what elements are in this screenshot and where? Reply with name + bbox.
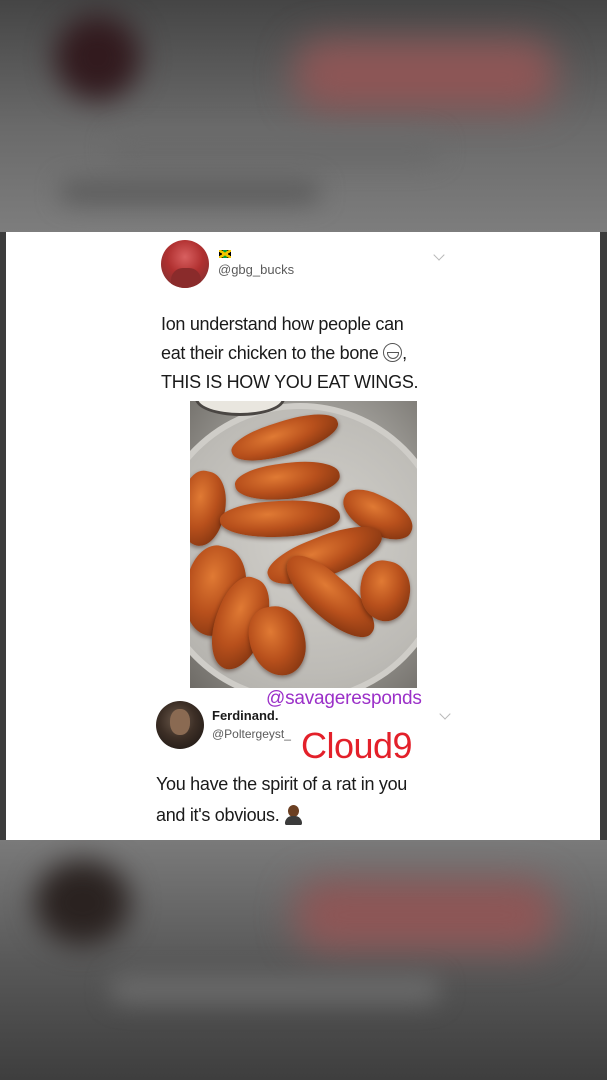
reply-name[interactable]: Ferdinand. bbox=[212, 708, 278, 723]
blurred-text-shape bbox=[60, 180, 320, 204]
chevron-down-icon[interactable] bbox=[439, 708, 451, 720]
avatar[interactable] bbox=[161, 240, 209, 288]
tweet-photo[interactable] bbox=[190, 401, 417, 688]
reply-line-text: and it's obvious. bbox=[156, 805, 280, 825]
blurred-text-shape bbox=[110, 135, 440, 163]
blurred-shape bbox=[295, 40, 555, 110]
blurred-avatar-shape bbox=[35, 860, 130, 945]
chevron-down-icon[interactable] bbox=[433, 249, 445, 261]
tweet-line: Ion understand how people can bbox=[161, 314, 404, 334]
tweet-line-text: eat their chicken to the bone bbox=[161, 343, 379, 363]
grinning-face-icon bbox=[383, 343, 403, 362]
blurred-text-shape bbox=[110, 975, 440, 1003]
screenshot-card: @gbg_bucks Ion understand how people can… bbox=[6, 232, 600, 840]
tweet-line: THIS IS HOW YOU EAT WINGS. bbox=[161, 372, 419, 392]
watermark-cloud9: Cloud9 bbox=[301, 725, 413, 766]
tweet-handle[interactable]: @gbg_bucks bbox=[218, 262, 294, 277]
person-emoji-icon bbox=[284, 805, 303, 825]
tweet-line: eat their chicken to the bone , bbox=[161, 339, 461, 368]
blurred-shape bbox=[295, 880, 555, 950]
tweet-line-suffix: , bbox=[402, 343, 407, 363]
blurred-background-top bbox=[0, 0, 607, 232]
tweet-text: Ion understand how people can eat their … bbox=[161, 310, 461, 397]
reply-text: You have the spirit of a rat in you and … bbox=[156, 769, 476, 831]
blurred-avatar-shape bbox=[55, 15, 140, 100]
jamaica-flag-icon bbox=[219, 250, 231, 258]
watermark-savageresponds: @savageresponds bbox=[266, 688, 422, 709]
avatar[interactable] bbox=[156, 701, 204, 749]
blurred-background-bottom bbox=[0, 840, 607, 1080]
reply-handle[interactable]: @Poltergeyst_ bbox=[212, 727, 291, 741]
reply-line: You have the spirit of a rat in you bbox=[156, 774, 408, 794]
reply-line: and it's obvious. bbox=[156, 800, 476, 831]
